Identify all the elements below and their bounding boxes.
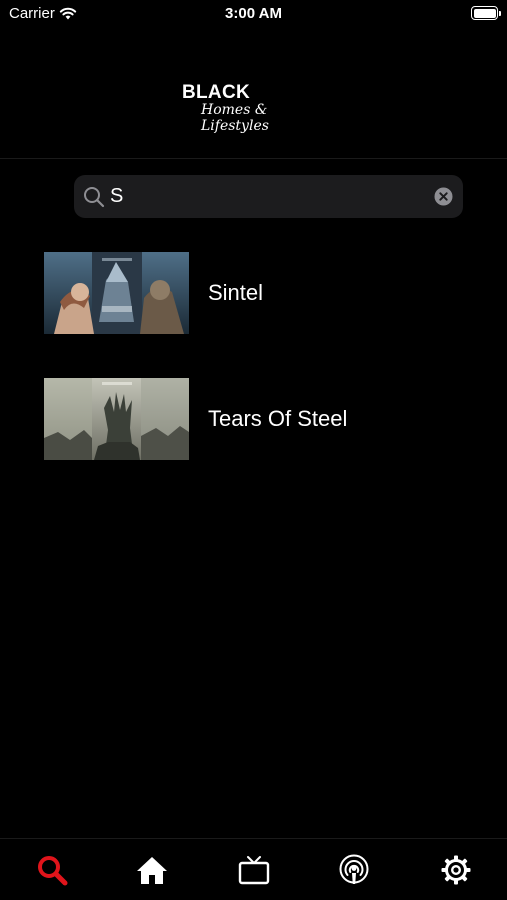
search-result-item[interactable]: Sintel	[44, 252, 484, 334]
gear-icon	[441, 855, 471, 885]
result-title: Tears Of Steel	[208, 406, 348, 431]
search-input[interactable]	[110, 175, 428, 218]
status-bar: Carrier 3:00 AM	[0, 0, 507, 28]
sintel-poster-image	[44, 252, 189, 334]
tab-tv[interactable]	[237, 853, 271, 887]
search-result-item[interactable]: Tears Of Steel	[44, 378, 484, 460]
tab-search[interactable]	[35, 853, 69, 887]
tv-icon	[238, 856, 270, 885]
logo-subtitle: Homes & Lifestyles	[201, 102, 269, 134]
logo-title: BLACK	[182, 82, 250, 103]
app-header: BLACK Homes & Lifestyles	[0, 28, 507, 159]
tears-of-steel-poster-image	[44, 378, 189, 460]
home-icon	[137, 857, 167, 884]
video-thumbnail	[44, 378, 189, 460]
tab-settings[interactable]	[439, 853, 473, 887]
status-time: 3:00 AM	[225, 5, 282, 22]
tab-bar	[0, 838, 507, 900]
battery-icon	[471, 6, 501, 20]
brand-logo: BLACK Homes & Lifestyles	[182, 82, 332, 134]
result-title: Sintel	[208, 280, 264, 305]
battery-level	[473, 8, 496, 18]
tab-home[interactable]	[135, 853, 169, 887]
video-thumbnail	[44, 252, 189, 334]
tab-podcast[interactable]	[337, 853, 371, 887]
podcast-icon	[339, 854, 369, 884]
search-icon	[84, 187, 105, 208]
search-icon	[38, 856, 68, 886]
app-screen: Carrier 3:00 AM BLACK Homes & Lifestyles	[0, 0, 507, 900]
battery-nub	[499, 10, 501, 16]
clear-search-icon[interactable]	[434, 187, 453, 206]
search-bar[interactable]	[74, 175, 463, 218]
